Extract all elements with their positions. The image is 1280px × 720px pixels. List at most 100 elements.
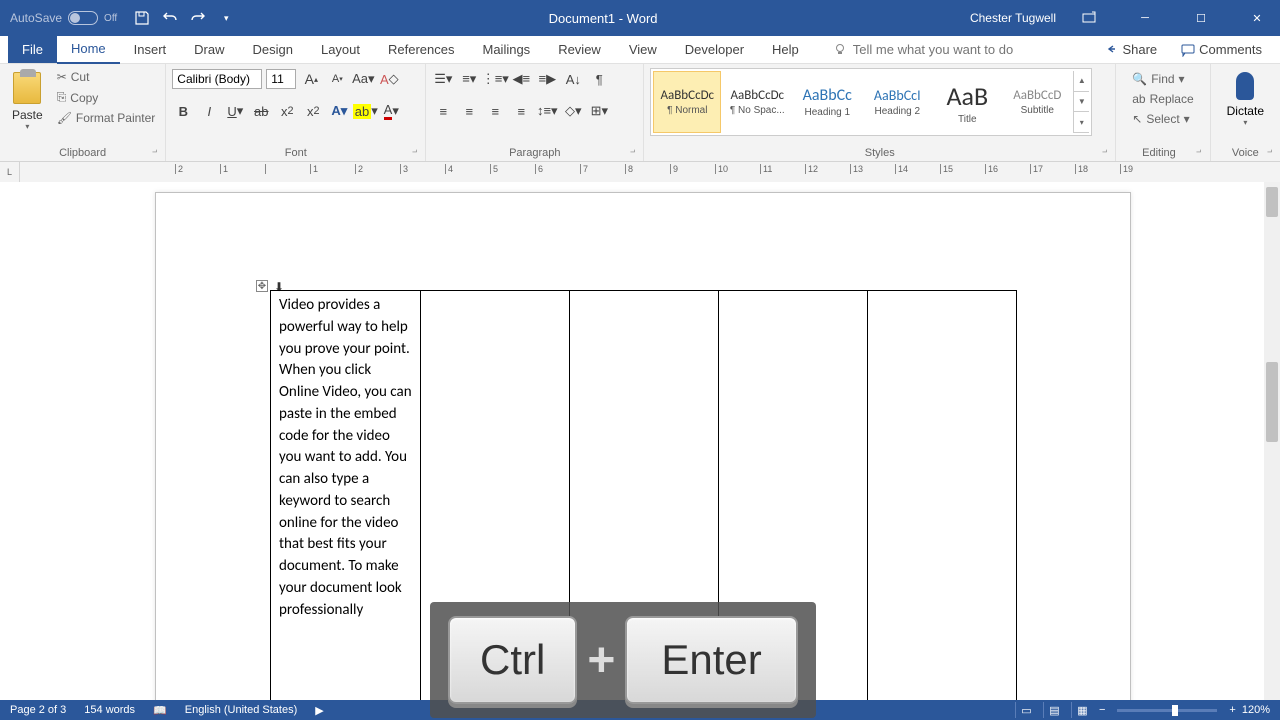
tab-draw[interactable]: Draw bbox=[180, 36, 238, 63]
multilevel-icon[interactable]: ⋮≡▾ bbox=[484, 68, 506, 90]
comments-button[interactable]: Comments bbox=[1173, 38, 1270, 61]
replace-button[interactable]: abReplace bbox=[1128, 90, 1197, 108]
word-count[interactable]: 154 words bbox=[84, 704, 135, 716]
redo-icon[interactable] bbox=[188, 8, 208, 28]
italic-button[interactable]: I bbox=[198, 100, 220, 122]
tab-insert[interactable]: Insert bbox=[120, 36, 181, 63]
font-name-select[interactable] bbox=[172, 69, 262, 89]
dictate-button[interactable]: Dictate ▾ bbox=[1217, 68, 1274, 131]
copy-button[interactable]: ⎘Copy bbox=[53, 88, 160, 107]
maximize-button[interactable]: ☐ bbox=[1178, 0, 1224, 36]
tab-selector[interactable]: L bbox=[0, 162, 20, 182]
style-nospacing[interactable]: AaBbCcDc¶ No Spac... bbox=[723, 71, 791, 133]
macro-icon[interactable]: ▶ bbox=[315, 704, 323, 717]
zoom-in-button[interactable]: + bbox=[1229, 704, 1235, 716]
justify-icon[interactable]: ≡ bbox=[510, 100, 532, 122]
user-name[interactable]: Chester Tugwell bbox=[970, 11, 1056, 25]
borders-icon[interactable]: ⊞▾ bbox=[588, 100, 610, 122]
print-layout-icon[interactable]: ▤ bbox=[1043, 702, 1065, 718]
page-indicator[interactable]: Page 2 of 3 bbox=[10, 704, 66, 716]
tab-view[interactable]: View bbox=[615, 36, 671, 63]
undo-icon[interactable] bbox=[160, 8, 180, 28]
align-center-icon[interactable]: ≡ bbox=[458, 100, 480, 122]
plus-symbol: + bbox=[587, 633, 615, 688]
align-right-icon[interactable]: ≡ bbox=[484, 100, 506, 122]
bullets-icon[interactable]: ☰▾ bbox=[432, 68, 454, 90]
group-label: Styles bbox=[650, 145, 1109, 159]
qat-dropdown-icon[interactable]: ▾ bbox=[216, 8, 236, 28]
line-spacing-icon[interactable]: ↕≡▾ bbox=[536, 100, 558, 122]
style-title[interactable]: AaBTitle bbox=[933, 71, 1001, 133]
paste-button[interactable]: Paste ▾ bbox=[6, 68, 49, 135]
save-icon[interactable] bbox=[132, 8, 152, 28]
zoom-out-button[interactable]: − bbox=[1099, 704, 1105, 716]
scrollbar-thumb[interactable] bbox=[1266, 187, 1278, 217]
tab-layout[interactable]: Layout bbox=[307, 36, 374, 63]
autosave-toggle[interactable]: AutoSave Off bbox=[10, 11, 117, 25]
tab-references[interactable]: References bbox=[374, 36, 468, 63]
share-icon bbox=[1104, 43, 1118, 57]
decrease-indent-icon[interactable]: ◀≡ bbox=[510, 68, 532, 90]
share-button[interactable]: Share bbox=[1096, 38, 1165, 61]
horizontal-ruler[interactable]: 2112345678910111213141516171819 bbox=[20, 162, 1280, 182]
tab-mailings[interactable]: Mailings bbox=[469, 36, 545, 63]
shading-icon[interactable]: ◇▾ bbox=[562, 100, 584, 122]
table-move-handle[interactable]: ✥ bbox=[256, 280, 268, 292]
tab-file[interactable]: File bbox=[8, 36, 57, 63]
underline-button[interactable]: U▾ bbox=[224, 100, 246, 122]
bold-button[interactable]: B bbox=[172, 100, 194, 122]
numbering-icon[interactable]: ≡▾ bbox=[458, 68, 480, 90]
cut-button[interactable]: ✂Cut bbox=[53, 68, 160, 86]
search-icon: 🔍 bbox=[1132, 72, 1147, 86]
tab-review[interactable]: Review bbox=[544, 36, 615, 63]
select-button[interactable]: ↖Select ▾ bbox=[1128, 110, 1197, 128]
highlight-icon[interactable]: ab▾ bbox=[354, 100, 376, 122]
text-effects-icon[interactable]: A▾ bbox=[328, 100, 350, 122]
styles-scroll[interactable]: ▲▼▾ bbox=[1073, 71, 1089, 133]
grow-font-icon[interactable]: A▴ bbox=[300, 68, 322, 90]
table-cell[interactable]: Video provides a powerful way to help yo… bbox=[271, 291, 421, 701]
scroll-down-icon[interactable]: ▼ bbox=[1074, 92, 1089, 113]
tab-developer[interactable]: Developer bbox=[671, 36, 758, 63]
format-painter-button[interactable]: 🖌Format Painter bbox=[53, 109, 160, 127]
expand-icon[interactable]: ▾ bbox=[1074, 112, 1089, 133]
close-button[interactable]: ✕ bbox=[1234, 0, 1280, 36]
read-mode-icon[interactable]: ▭ bbox=[1015, 702, 1037, 718]
tab-home[interactable]: Home bbox=[57, 35, 120, 64]
scroll-up-icon[interactable]: ▲ bbox=[1074, 71, 1089, 92]
style-subtitle[interactable]: AaBbCcDSubtitle bbox=[1003, 71, 1071, 133]
web-layout-icon[interactable]: ▦ bbox=[1071, 702, 1093, 718]
tab-help[interactable]: Help bbox=[758, 36, 813, 63]
autosave-label: AutoSave bbox=[10, 11, 62, 25]
tell-me-input[interactable] bbox=[853, 42, 1053, 57]
tab-design[interactable]: Design bbox=[239, 36, 307, 63]
find-button[interactable]: 🔍Find ▾ bbox=[1128, 70, 1197, 88]
tell-me-search[interactable] bbox=[833, 42, 1053, 57]
zoom-slider[interactable] bbox=[1117, 709, 1217, 712]
enter-key: Enter bbox=[625, 616, 797, 704]
subscript-button[interactable]: x2 bbox=[276, 100, 298, 122]
align-left-icon[interactable]: ≡ bbox=[432, 100, 454, 122]
font-size-select[interactable] bbox=[266, 69, 296, 89]
sort-icon[interactable]: A↓ bbox=[562, 68, 584, 90]
change-case-icon[interactable]: Aa▾ bbox=[352, 68, 374, 90]
strikethrough-button[interactable]: ab bbox=[250, 100, 272, 122]
increase-indent-icon[interactable]: ≡▶ bbox=[536, 68, 558, 90]
table-cell[interactable] bbox=[868, 291, 1017, 701]
spell-check-icon[interactable]: 📖 bbox=[153, 704, 167, 717]
minimize-button[interactable]: ─ bbox=[1122, 0, 1168, 36]
scrollbar-thumb[interactable] bbox=[1266, 362, 1278, 442]
style-heading2[interactable]: AaBbCcIHeading 2 bbox=[863, 71, 931, 133]
ribbon-display-icon[interactable] bbox=[1066, 0, 1112, 36]
show-marks-icon[interactable]: ¶ bbox=[588, 68, 610, 90]
style-normal[interactable]: AaBbCcDc¶ Normal bbox=[653, 71, 721, 133]
styles-gallery[interactable]: AaBbCcDc¶ Normal AaBbCcDc¶ No Spac... Aa… bbox=[650, 68, 1092, 136]
shrink-font-icon[interactable]: A▾ bbox=[326, 68, 348, 90]
style-heading1[interactable]: AaBbCcHeading 1 bbox=[793, 71, 861, 133]
font-color-icon[interactable]: A▾ bbox=[380, 100, 402, 122]
zoom-level[interactable]: 120% bbox=[1242, 704, 1270, 716]
superscript-button[interactable]: x2 bbox=[302, 100, 324, 122]
clear-format-icon[interactable]: A◇ bbox=[378, 68, 400, 90]
language-indicator[interactable]: English (United States) bbox=[185, 704, 298, 716]
vertical-scrollbar[interactable] bbox=[1264, 182, 1280, 700]
